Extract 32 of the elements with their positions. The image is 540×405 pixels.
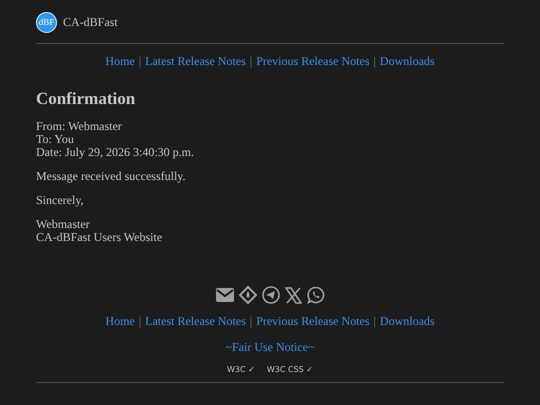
signature-line: CA-dBFast Users Website (36, 231, 164, 244)
phone-bubble-icon[interactable] (306, 286, 324, 304)
signature-line: Webmaster (36, 218, 91, 231)
nav-separator: | (374, 54, 376, 69)
page-title: Confirmation (36, 89, 136, 109)
nav-link[interactable]: Previous Release Notes (256, 54, 370, 69)
nav-separator: | (250, 314, 252, 329)
nav-link[interactable]: Downloads (380, 54, 435, 69)
diamond-icon[interactable] (238, 286, 256, 304)
nav-link[interactable]: Latest Release Notes (145, 54, 246, 69)
closing-text: Sincerely, (36, 194, 85, 207)
fair-use-link[interactable]: ~Fair Use Notice~ (226, 340, 314, 354)
logo-icon: dBF (36, 12, 57, 32)
x-logo-icon[interactable] (284, 286, 302, 304)
validator-link[interactable]: W3C ✓ (227, 365, 255, 374)
footer-link[interactable]: Home (105, 314, 135, 329)
message-header-line: To: You (36, 133, 75, 146)
validator-link[interactable]: W3C CSS ✓ (266, 365, 313, 374)
footer-link[interactable]: Latest Release Notes (145, 314, 246, 329)
footer-link[interactable]: Previous Release Notes (256, 314, 370, 329)
mail-icon[interactable] (216, 288, 234, 302)
footer-link[interactable]: Downloads (380, 314, 435, 329)
nav-separator: | (138, 314, 142, 329)
telegram-icon[interactable] (262, 286, 280, 304)
nav-separator: | (374, 314, 376, 329)
message-header-line: From: Webmaster (36, 120, 123, 133)
message-text: Message received successfully. (36, 170, 186, 183)
nav-separator: | (250, 54, 252, 69)
nav-separator: | (138, 54, 142, 69)
site-name: CA-dBFast (63, 14, 118, 30)
message-header-line: Date: July 29, 2026 3:40:30 p.m. (36, 146, 195, 159)
nav-link[interactable]: Home (105, 54, 135, 69)
